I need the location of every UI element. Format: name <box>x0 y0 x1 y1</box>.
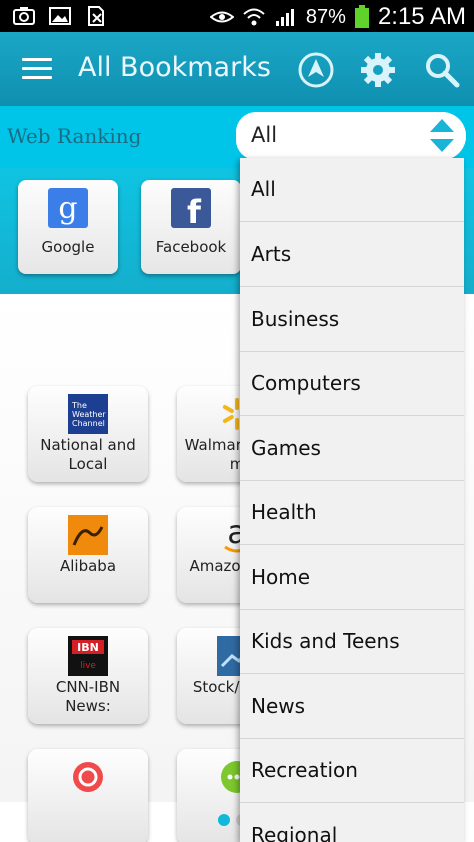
svg-text:Channel: Channel <box>72 419 105 428</box>
bookmark-tile[interactable]: Alibaba <box>28 507 148 603</box>
top-site-label: Facebook <box>155 238 227 256</box>
google-logo: g <box>48 188 88 228</box>
dropdown-option-home[interactable]: Home <box>240 546 464 610</box>
camera-icon <box>13 7 35 25</box>
dropdown-option-health[interactable]: Health <box>240 481 464 545</box>
category-select-value: All <box>251 123 278 147</box>
dropdown-option-label: Kids and Teens <box>251 629 400 653</box>
alibaba-logo <box>68 515 108 555</box>
signal-icon <box>275 9 294 26</box>
dropdown-option-all[interactable]: All <box>240 158 464 222</box>
status-bar: 87% 2:15 AM <box>0 0 474 32</box>
dropdown-option-label: Health <box>251 500 317 524</box>
top-site-label: Google <box>41 238 95 256</box>
filter-label: Web Ranking <box>7 124 142 148</box>
navigation-icon[interactable] <box>296 50 336 90</box>
bookmark-tile[interactable]: The Weather Channel National and Local <box>28 386 148 482</box>
bookmark-label: CNN-IBN News: <box>55 678 121 715</box>
app-bar: All Bookmarks <box>0 32 474 106</box>
gear-icon[interactable] <box>358 50 398 90</box>
dropdown-option-label: All <box>251 177 276 201</box>
dropdown-option-regional[interactable]: Regional <box>240 804 464 842</box>
search-icon[interactable] <box>422 50 462 90</box>
up-down-arrows-icon <box>418 112 466 160</box>
clock: 2:15 AM <box>377 3 466 30</box>
dropdown-option-label: Home <box>251 565 311 589</box>
bookmark-label: Alibaba <box>59 557 117 575</box>
svg-text:live: live <box>80 661 96 671</box>
svg-text:g: g <box>58 191 77 226</box>
dropdown-option-news[interactable]: News <box>240 675 464 739</box>
ibn-live-logo: IBN live <box>68 636 108 676</box>
category-select[interactable]: All <box>236 112 466 160</box>
dropdown-option-label: Computers <box>251 371 361 395</box>
category-dropdown: All Arts Business Computers Games Health… <box>240 158 464 842</box>
dropdown-option-kids-and-teens[interactable]: Kids and Teens <box>240 610 464 674</box>
dropdown-option-recreation[interactable]: Recreation <box>240 739 464 803</box>
dropdown-option-label: Recreation <box>251 758 358 782</box>
dropdown-option-computers[interactable]: Computers <box>240 352 464 416</box>
page-title: All Bookmarks <box>78 52 271 83</box>
bookmark-tile[interactable]: IBN live CNN-IBN News: <box>28 628 148 724</box>
top-site-facebook[interactable]: f Facebook <box>141 180 241 274</box>
dropdown-option-label: Games <box>251 436 321 460</box>
gallery-icon <box>49 7 71 25</box>
eye-icon <box>209 11 234 23</box>
svg-text:The: The <box>71 401 87 410</box>
dropdown-option-label: Arts <box>251 242 292 266</box>
dropdown-option-label: News <box>251 694 306 718</box>
svg-text:f: f <box>187 193 202 228</box>
svg-text:IBN: IBN <box>77 641 99 654</box>
facebook-logo: f <box>171 188 211 228</box>
red-app-logo <box>73 762 103 792</box>
page-indicator-active <box>218 814 230 826</box>
wifi-icon <box>243 8 265 26</box>
dropdown-option-business[interactable]: Business <box>240 288 464 352</box>
bookmark-label: National and Local <box>40 436 136 473</box>
svg-text:Weather: Weather <box>72 410 106 419</box>
bookmark-tile[interactable] <box>28 749 148 842</box>
dropdown-option-label: Business <box>251 307 340 331</box>
weather-channel-logo: TheWeatherChannel <box>68 394 108 434</box>
dropdown-option-arts[interactable]: Arts <box>240 223 464 287</box>
battery-percent: 87% <box>305 5 346 28</box>
dropdown-option-games[interactable]: Games <box>240 417 464 481</box>
dropdown-option-label: Regional <box>251 823 338 842</box>
top-site-google[interactable]: g Google <box>18 180 118 274</box>
battery-icon <box>354 5 369 28</box>
no-sim-icon <box>88 6 104 26</box>
menu-icon[interactable] <box>22 58 52 80</box>
